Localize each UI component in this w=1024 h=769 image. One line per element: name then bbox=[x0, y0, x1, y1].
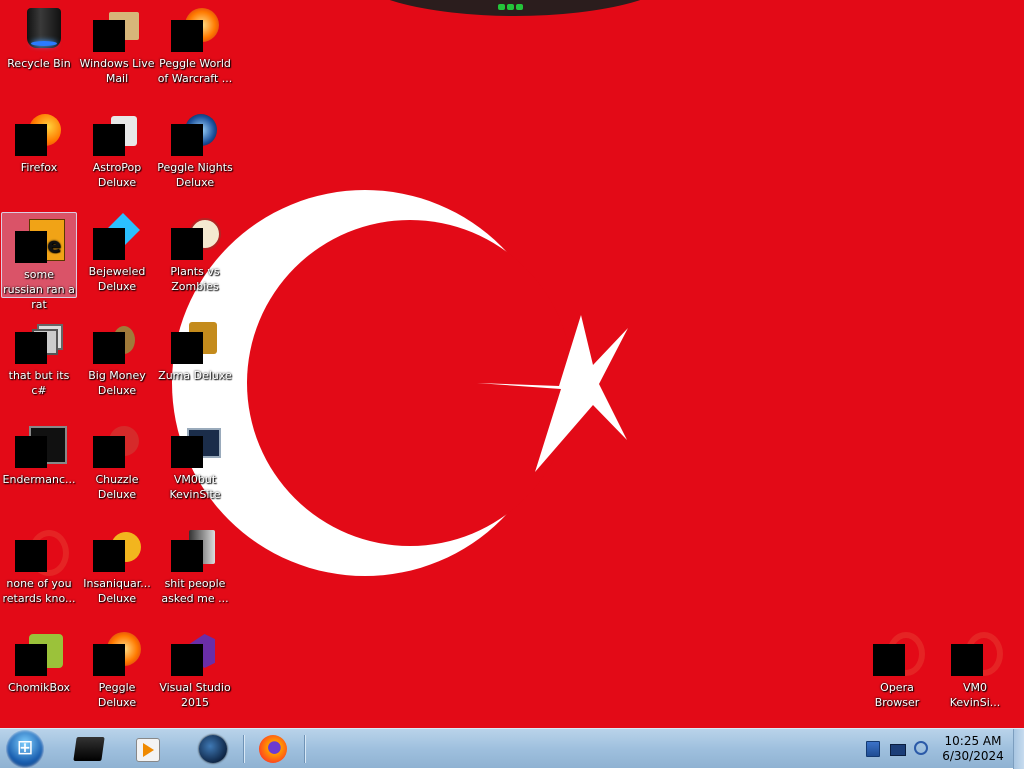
fish-icon bbox=[93, 526, 141, 574]
desktop-icon-peggle-nights-deluxe[interactable]: Peggle Nights Deluxe bbox=[156, 106, 234, 192]
icon-label: Firefox bbox=[20, 161, 58, 174]
terminal-icon bbox=[15, 422, 67, 470]
desktop-icon-some-russian-ran-a-rat[interactable]: e some russian ran a rat bbox=[1, 212, 77, 311]
globe-icon bbox=[199, 735, 227, 763]
plant-icon bbox=[171, 214, 221, 262]
desktop-icon-astropop-deluxe[interactable]: AstroPop Deluxe bbox=[78, 106, 156, 192]
icon-label: VM0 KevinSi... bbox=[949, 681, 1001, 709]
recycle-bin-icon bbox=[15, 6, 63, 54]
astropop-icon bbox=[93, 110, 141, 158]
icon-label: Opera Browser bbox=[874, 681, 920, 709]
desktop-icon-vm0-kevinsite[interactable]: VM0 KevinSi... bbox=[936, 626, 1014, 712]
icon-label: Peggle Nights Deluxe bbox=[157, 161, 233, 189]
start-button[interactable] bbox=[6, 730, 44, 768]
icon-label: shit people asked me ... bbox=[161, 577, 229, 605]
monitor-icon bbox=[171, 422, 221, 470]
show-desktop-button[interactable] bbox=[1013, 729, 1024, 769]
desktop-icon-endermanch[interactable]: Endermanc... bbox=[0, 418, 78, 496]
taskbar-media-player[interactable] bbox=[120, 732, 174, 766]
windows-stack-icon bbox=[15, 318, 63, 366]
taskbar: 10:25 AM 6/30/2024 bbox=[0, 728, 1024, 769]
icon-label: Zuma Deluxe bbox=[158, 369, 232, 382]
desktop-icon-chuzzle-deluxe[interactable]: Chuzzle Deluxe bbox=[78, 418, 156, 504]
taskbar-firefox[interactable] bbox=[246, 732, 300, 766]
icon-label: Windows Live Mail bbox=[79, 57, 155, 85]
clock-time: 10:25 AM bbox=[944, 734, 1002, 748]
mail-icon bbox=[93, 6, 141, 54]
desktop[interactable]: Recycle Bin Firefox e some russian ran a… bbox=[0, 0, 1024, 728]
icon-label: VM0but KevinSite bbox=[169, 473, 221, 501]
icon-label: AstroPop Deluxe bbox=[92, 161, 142, 189]
desktop-icon-plants-vs-zombies[interactable]: Plants vs Zombies bbox=[156, 210, 234, 296]
network-icon[interactable] bbox=[890, 741, 906, 757]
desktop-icon-visual-studio-2015[interactable]: Visual Studio 2015 bbox=[156, 626, 234, 712]
clock-date: 6/30/2024 bbox=[942, 749, 1004, 763]
gem-icon bbox=[93, 213, 141, 262]
icon-label: Peggle Deluxe bbox=[97, 681, 137, 709]
chuzzle-icon bbox=[93, 422, 141, 470]
icon-label: some russian ran a rat bbox=[3, 268, 75, 311]
taskbar-globe[interactable] bbox=[186, 732, 240, 766]
desktop-icon-none-of-you-retards[interactable]: none of you retards kno... bbox=[0, 522, 78, 608]
zuma-icon bbox=[171, 318, 219, 366]
flag-icon[interactable] bbox=[866, 741, 882, 757]
icon-label: Visual Studio 2015 bbox=[159, 681, 231, 709]
chomikbox-icon bbox=[15, 630, 63, 678]
firefox-icon bbox=[15, 110, 63, 158]
desktop-icon-windows-live-mail[interactable]: Windows Live Mail bbox=[78, 2, 156, 88]
icon-label: Chuzzle Deluxe bbox=[95, 473, 139, 501]
icon-label: that but its c# bbox=[8, 369, 70, 397]
taskbar-black-app[interactable] bbox=[62, 732, 116, 766]
peggle-icon bbox=[93, 630, 141, 678]
icon-label: Peggle World of Warcraft ... bbox=[157, 57, 233, 85]
firefox-icon bbox=[259, 735, 287, 763]
desktop-icon-peggle-deluxe[interactable]: Peggle Deluxe bbox=[78, 626, 156, 709]
volume-icon[interactable] bbox=[914, 741, 930, 757]
desktop-icon-vmobut-kevinsite[interactable]: VM0but KevinSite bbox=[156, 418, 234, 504]
peggle-nights-icon bbox=[171, 110, 219, 158]
visual-studio-icon bbox=[171, 630, 219, 678]
opera-icon bbox=[951, 630, 1003, 678]
icon-label: Bejeweled Deluxe bbox=[88, 265, 146, 293]
desktop-icon-insaniquarium-deluxe[interactable]: Insaniquar... Deluxe bbox=[78, 522, 156, 608]
peggle-icon bbox=[171, 6, 219, 54]
icon-label: Insaniquar... Deluxe bbox=[83, 577, 151, 605]
icon-label: Endermanc... bbox=[2, 473, 76, 486]
desktop-icon-big-money-deluxe[interactable]: Big Money Deluxe bbox=[78, 314, 156, 400]
icon-label: Big Money Deluxe bbox=[88, 369, 146, 397]
desktop-icon-peggle-world-of-warcraft[interactable]: Peggle World of Warcraft ... bbox=[156, 2, 234, 88]
opera-icon bbox=[15, 526, 69, 576]
folder-icon bbox=[171, 526, 219, 574]
icon-label: Plants vs Zombies bbox=[170, 265, 220, 293]
icon-label: none of you retards kno... bbox=[2, 577, 76, 605]
desktop-icon-recycle-bin[interactable]: Recycle Bin bbox=[0, 2, 78, 80]
desktop-icon-shit-people-asked-me[interactable]: shit people asked me ... bbox=[156, 522, 234, 608]
media-player-icon bbox=[136, 738, 160, 762]
desktop-icon-bejeweled-deluxe[interactable]: Bejeweled Deluxe bbox=[78, 210, 156, 296]
icon-label: ChomikBox bbox=[8, 681, 70, 694]
money-bag-icon bbox=[93, 318, 141, 366]
desktop-icon-opera-browser[interactable]: Opera Browser bbox=[858, 626, 936, 712]
clock[interactable]: 10:25 AM 6/30/2024 bbox=[934, 734, 1012, 764]
icon-label: Recycle Bin bbox=[7, 57, 71, 70]
desktop-icon-firefox[interactable]: Firefox bbox=[0, 106, 78, 184]
desktop-icon-chomikbox[interactable]: ChomikBox bbox=[0, 626, 78, 704]
desktop-icon-zuma-deluxe[interactable]: Zuma Deluxe bbox=[156, 314, 234, 392]
shortcut-icon: e bbox=[15, 217, 65, 265]
opera-icon bbox=[873, 630, 925, 678]
desktop-icon-that-but-its-csharp[interactable]: that but its c# bbox=[0, 314, 78, 397]
black-box-icon bbox=[73, 737, 105, 761]
